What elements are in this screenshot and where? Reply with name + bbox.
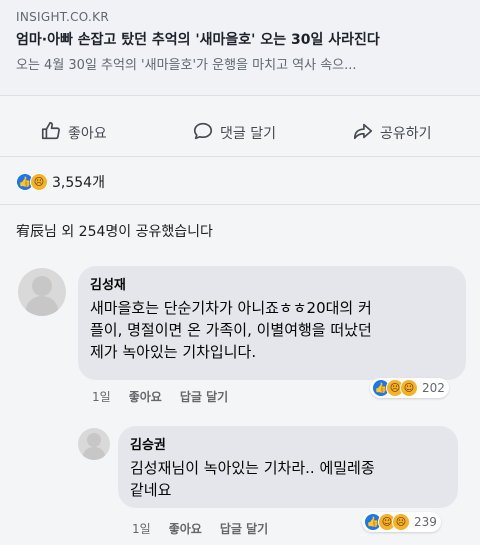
comment-meta: 1일 좋아요 답글 달기 (132, 520, 268, 537)
comment-author[interactable]: 김승권 (130, 434, 446, 453)
comment-bubble: 김성재 새마을호는 단순기차가 아니죠ㅎㅎ20대의 커 플이, 명절이면 온 가… (78, 266, 466, 380)
sad-icon: ☹ (30, 173, 48, 191)
reaction-count: 3,554개 (52, 175, 105, 191)
reactions-summary[interactable]: 👍 ☹ 3,554개 (16, 172, 105, 192)
comment-reply-link[interactable]: 답글 달기 (180, 388, 228, 405)
sad-icon: ☹ (392, 513, 410, 531)
like-label: 좋아요 (68, 126, 107, 142)
comment-bubble: 김승권 김성재님이 녹아있는 기차라.. 에밀레종 같네요 (118, 426, 458, 508)
divider (0, 156, 480, 157)
comment-line: 제가 녹아있는 기차입니다. (90, 343, 257, 361)
comment-line: 김성재님이 녹아있는 기차라.. 에밀레종 (130, 459, 375, 477)
comment-text: 새마을호는 단순기차가 아니죠ㅎㅎ20대의 커 플이, 명절이면 온 가족이, … (90, 297, 454, 363)
comment-like-link[interactable]: 좋아요 (169, 520, 202, 537)
haha-icon: ☺ (400, 379, 418, 397)
comment-reaction-count[interactable]: 👍 ☹ ☺ 202 (370, 378, 449, 398)
comment-text: 김성재님이 녹아있는 기차라.. 에밀레종 같네요 (130, 457, 446, 501)
like-button[interactable]: 좋아요 (40, 120, 107, 146)
comment-label: 댓글 달기 (220, 126, 276, 142)
reaction-count: 202 (422, 381, 445, 395)
comment-author[interactable]: 김성재 (90, 274, 454, 293)
comment-line: 새마을호는 단순기차가 아니죠ㅎㅎ20대의 커 (90, 299, 372, 317)
link-domain: INSIGHT.CO.KR (16, 10, 109, 24)
avatar[interactable] (78, 428, 110, 460)
comment-line: 같네요 (130, 481, 172, 499)
share-button[interactable]: 공유하기 (352, 120, 432, 146)
avatar[interactable] (18, 268, 66, 316)
link-preview-card[interactable]: INSIGHT.CO.KR 엄마·아빠 손잡고 탔던 추억의 '새마을호' 오는… (0, 0, 480, 96)
comment-time[interactable]: 1일 (92, 388, 111, 405)
reaction-count: 239 (414, 515, 437, 529)
comment-bubble-icon (192, 120, 214, 146)
thumbs-up-icon (40, 120, 62, 146)
share-arrow-icon (352, 120, 374, 146)
comment-button[interactable]: 댓글 달기 (192, 120, 276, 146)
comment-meta: 1일 좋아요 답글 달기 (92, 388, 228, 405)
share-label: 공유하기 (380, 126, 432, 142)
link-title[interactable]: 엄마·아빠 손잡고 탔던 추억의 '새마을호' 오는 30일 사라진다 (16, 29, 466, 49)
divider (0, 204, 480, 205)
reaction-icons: 👍 ☹ (16, 173, 48, 191)
comment-like-link[interactable]: 좋아요 (129, 388, 162, 405)
comment-reply-link[interactable]: 답글 달기 (220, 520, 268, 537)
shares-text[interactable]: 宥辰님 외 254명이 공유했습니다 (16, 221, 213, 241)
post-action-bar: 좋아요 댓글 달기 공유하기 (0, 110, 480, 154)
comment-time[interactable]: 1일 (132, 520, 151, 537)
link-description: 오는 4월 30일 추억의 '새마을호'가 운행을 마치고 역사 속으... (16, 58, 357, 73)
reaction-icons: 👍 ☺ ☹ (364, 513, 410, 531)
reaction-icons: 👍 ☹ ☺ (372, 379, 418, 397)
comment-reaction-count[interactable]: 👍 ☺ ☹ 239 (362, 512, 441, 532)
comment-line: 플이, 명절이면 온 가족이, 이별여행을 떠났던 (90, 321, 372, 339)
